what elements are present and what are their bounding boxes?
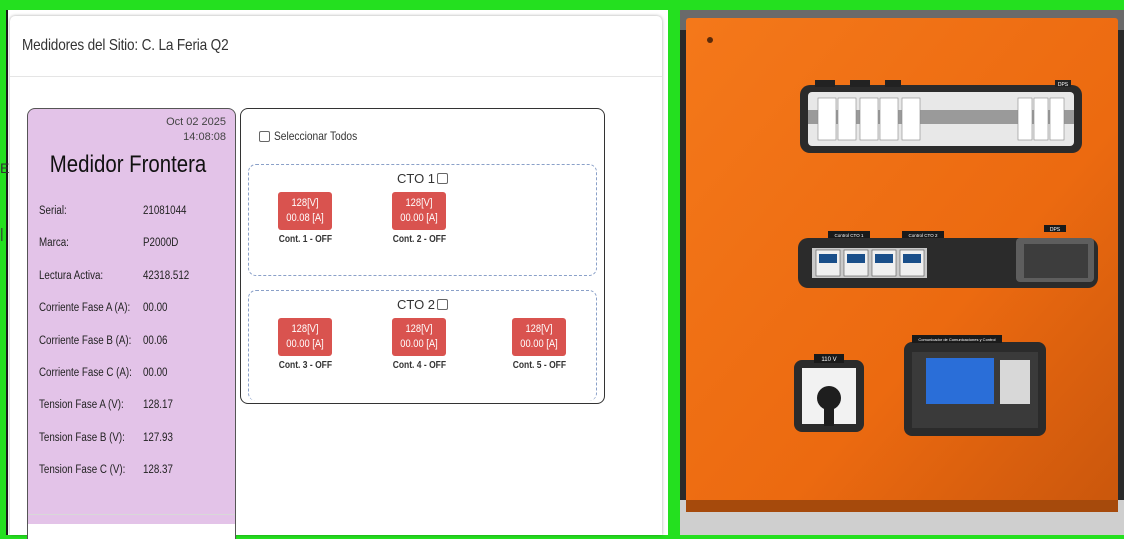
cto-title: CTO 2 xyxy=(249,297,596,312)
meter-row-current-c: Corriente Fase C (A): 00.00 xyxy=(39,367,168,379)
meter-row-brand: Marca: P2000D xyxy=(39,237,179,249)
meter-time: 14:08:08 xyxy=(183,131,226,143)
contactor-3: 128[V] 00.00 [A] Cont. 3 - OFF xyxy=(264,318,346,371)
contactor-label: Cont. 4 - OFF xyxy=(392,360,446,371)
cto-group-1: CTO 1 128[V] 00.08 [A] Cont. 1 - OFF 128… xyxy=(248,164,597,276)
meter-row-active-reading: Lectura Activa: 42318.512 xyxy=(39,270,190,282)
meter-row-current-b: Corriente Fase B (A): 00.06 xyxy=(39,335,168,347)
contactor-label: Cont. 3 - OFF xyxy=(278,360,332,371)
cto1-checkbox[interactable] xyxy=(437,173,449,184)
svg-text:Comunicador de Comunicaciones: Comunicador de Comunicaciones y Control xyxy=(918,337,995,342)
meter-row-serial: Serial: 21081044 xyxy=(39,205,187,217)
divider xyxy=(28,514,235,515)
cto-title: CTO 1 xyxy=(249,171,596,186)
modal-title: Medidores del Sitio: C. La Feria Q2 xyxy=(22,37,229,54)
cto2-checkbox[interactable] xyxy=(437,299,449,310)
contactor-label: Cont. 1 - OFF xyxy=(278,234,332,245)
meter-card-footer xyxy=(28,524,235,539)
meter-row-voltage-c: Tension Fase C (V): 128.37 xyxy=(39,464,173,476)
svg-text:DPS: DPS xyxy=(1058,82,1069,88)
svg-text:DPS: DPS xyxy=(1050,227,1061,233)
checkbox-icon[interactable] xyxy=(259,130,270,142)
contactor-label: Cont. 2 - OFF xyxy=(392,234,446,245)
contactor-5-button[interactable]: 128[V] 00.00 [A] xyxy=(512,318,566,356)
svg-text:110 V: 110 V xyxy=(821,357,836,363)
cutoff-text: | xyxy=(0,225,4,241)
select-all-checkbox[interactable]: Seleccionar Todos xyxy=(259,129,372,143)
contactor-1: 128[V] 00.08 [A] Cont. 1 - OFF xyxy=(264,192,346,245)
contactor-4-button[interactable]: 128[V] 00.00 [A] xyxy=(392,318,446,356)
meter-title: Medidor Frontera xyxy=(49,151,207,178)
select-all-label: Seleccionar Todos xyxy=(274,129,358,143)
contactor-5: 128[V] 00.00 [A] Cont. 5 - OFF xyxy=(498,318,580,371)
contactor-label: Cont. 5 - OFF xyxy=(512,360,566,371)
cto-group-2: CTO 2 128[V] 00.00 [A] Cont. 3 - OFF 128… xyxy=(248,290,597,401)
contactor-1-button[interactable]: 128[V] 00.08 [A] xyxy=(278,192,332,230)
meter-row-voltage-a: Tension Fase A (V): 128.17 xyxy=(39,399,173,411)
modal-header: Medidores del Sitio: C. La Feria Q2 xyxy=(10,16,662,77)
meter-date: Oct 02 2025 xyxy=(166,116,226,128)
cutoff-text: E xyxy=(0,160,10,176)
contactor-2-button[interactable]: 128[V] 00.00 [A] xyxy=(392,192,446,230)
contactor-4: 128[V] 00.00 [A] Cont. 4 - OFF xyxy=(378,318,460,371)
svg-text:Control CTO 1: Control CTO 1 xyxy=(835,233,864,238)
cabinet-photo: DPS Control CTO 1 Control CTO 2 DPS 110 … xyxy=(680,10,1124,535)
svg-text:Control CTO 2: Control CTO 2 xyxy=(909,233,938,238)
meters-modal: Medidores del Sitio: C. La Feria Q2 Oct … xyxy=(10,16,662,539)
meter-row-current-a: Corriente Fase A (A): 00.00 xyxy=(39,302,168,314)
meter-row-voltage-b: Tension Fase B (V): 127.93 xyxy=(39,432,173,444)
meter-timestamp: Oct 02 2025 14:08:08 xyxy=(166,115,226,145)
contactor-controls-panel: Seleccionar Todos CTO 1 128[V] 00.08 [A]… xyxy=(240,108,605,404)
meter-card: Oct 02 2025 14:08:08 Medidor Frontera Se… xyxy=(27,108,236,539)
contactor-2: 128[V] 00.00 [A] Cont. 2 - OFF xyxy=(378,192,460,245)
contactor-3-button[interactable]: 128[V] 00.00 [A] xyxy=(278,318,332,356)
